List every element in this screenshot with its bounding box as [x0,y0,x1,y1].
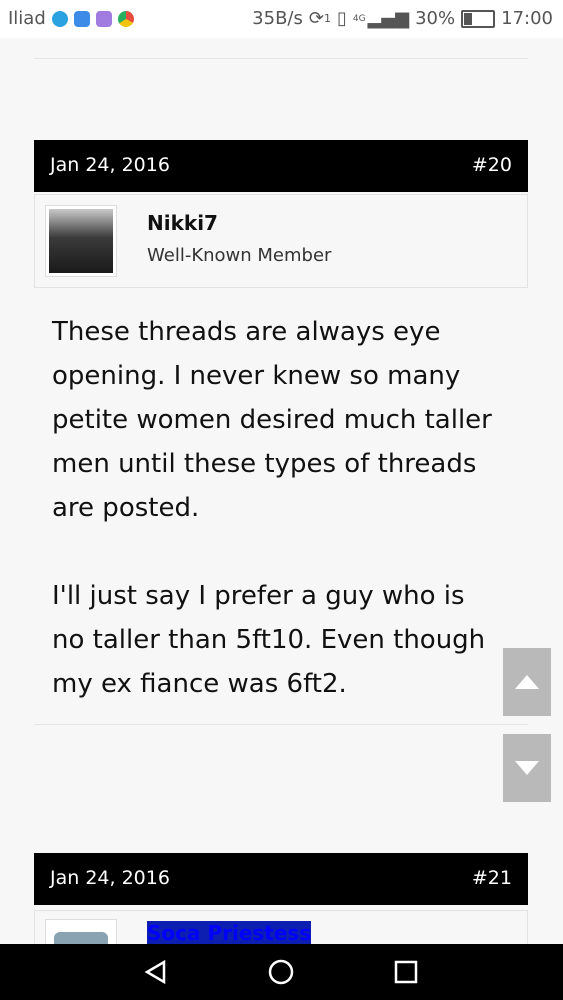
post-date[interactable]: Jan 24, 2016 [50,867,170,889]
telegram-icon [51,10,68,27]
battery-icon [461,9,496,28]
battery-percent: 30% [415,8,456,29]
divider [34,58,528,59]
page-content: Jan 24, 2016 #20 Nikki7 Well-Known Membe… [0,38,563,944]
scroll-down-button[interactable] [503,734,551,802]
navigation-bar [0,944,563,1000]
status-bar: Iliad 35B/s ⟳ 1 ▯ 4G ▂▄▆ 30% 17:00 [0,0,563,38]
carrier-label: Iliad [8,8,46,29]
post-paragraph: I'll just say I prefer a guy who is no t… [52,581,486,699]
sync-icon: ⟳ [308,8,324,29]
chrome-icon [117,10,134,27]
back-button[interactable] [140,956,172,988]
network-speed: 35B/s [252,8,303,29]
recents-button[interactable] [390,956,422,988]
clock: 17:00 [501,8,553,29]
user-info: Soca Priestess [34,910,528,944]
square-recents-icon [394,960,418,984]
status-left: Iliad [8,8,134,29]
gallery-icon [95,10,112,27]
vibrate-icon: ▯ [336,8,347,29]
sync-badge: 1 [323,12,331,25]
scroll-up-button[interactable] [503,648,551,716]
username[interactable]: Soca Priestess [147,921,312,944]
user-title: Well-Known Member [147,245,332,266]
circle-home-icon [268,959,294,985]
back-triangle-icon [144,959,166,985]
signal-icon: ▂▄▆ [367,8,410,29]
network-type: 4G [352,13,366,24]
username-text[interactable]: Soca Priestess [147,921,312,944]
post-number[interactable]: #20 [472,154,512,176]
avatar[interactable] [45,205,117,277]
username[interactable]: Nikki7 [147,211,218,235]
divider [34,724,528,725]
triangle-down-icon [515,761,539,775]
post-number[interactable]: #21 [472,867,512,889]
post-body: These threads are always eye opening. I … [52,310,502,750]
post-header: Jan 24, 2016 #21 [34,853,528,905]
post-paragraph: These threads are always eye opening. I … [52,317,492,523]
user-info: Nikki7 Well-Known Member [34,194,528,288]
triangle-up-icon [515,675,539,689]
post-header: Jan 24, 2016 #20 [34,140,528,192]
app-icon [73,10,90,27]
post-date[interactable]: Jan 24, 2016 [50,154,170,176]
avatar[interactable] [45,919,117,944]
status-right: 35B/s ⟳ 1 ▯ 4G ▂▄▆ 30% 17:00 [252,8,553,29]
home-button[interactable] [265,956,297,988]
